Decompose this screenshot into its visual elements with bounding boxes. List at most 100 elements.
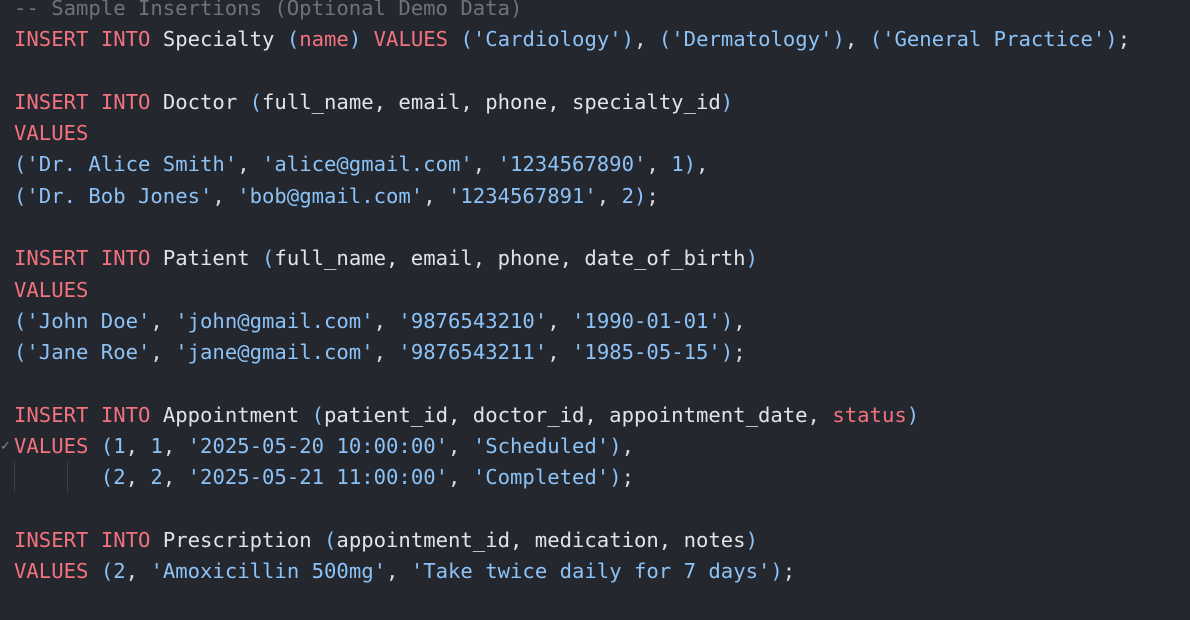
number-token: 2: [621, 183, 635, 208]
string-token: 'John Doe': [26, 308, 151, 333]
identifier-token: full_name, email, phone, specialty_id: [262, 89, 721, 114]
code-line[interactable]: INSERT INTO Doctor (full_name, email, ph…: [14, 87, 1190, 118]
string-token: '9876543211': [398, 340, 548, 365]
string-token: '1234567891': [448, 183, 597, 208]
paren-token: ): [832, 27, 845, 52]
number-token: 2: [150, 465, 163, 490]
keyword-token: INSERT: [14, 89, 89, 114]
punct-token: ;: [733, 340, 746, 365]
punct-token: [88, 90, 100, 114]
code-line[interactable]: ✓ VALUES (1, 1, '2025-05-20 10:00:00', 'S…: [1, 431, 1190, 462]
string-token: '1990-01-01': [572, 308, 721, 333]
number-token: 2: [113, 465, 126, 490]
punct-token: [88, 27, 100, 51]
paren-token: ): [609, 465, 622, 490]
string-token: 'bob@gmail.com': [237, 183, 424, 208]
string-token: 'jane@gmail.com': [175, 340, 374, 365]
punct-token: ;: [621, 465, 635, 490]
code-line[interactable]: [14, 212, 1190, 243]
keyword-token: INSERT: [14, 402, 89, 427]
string-token: 'Dr. Bob Jones': [26, 183, 213, 208]
paren-token: ): [683, 152, 697, 177]
keyword-token: name: [299, 27, 349, 52]
paren-token: (: [262, 246, 275, 271]
punct-token: ,: [621, 434, 635, 459]
paren-token: (: [324, 528, 337, 553]
code-line[interactable]: ('John Doe', 'john@gmail.com', '98765432…: [14, 306, 1190, 337]
paren-token: (: [311, 402, 325, 427]
paren-token: (: [14, 340, 27, 365]
string-token: 'alice@gmail.com': [262, 152, 473, 177]
identifier-token: Patient: [150, 246, 263, 271]
punct-token: ,: [547, 340, 573, 365]
paren-token: ): [720, 340, 734, 365]
code-editor[interactable]: -- Sample Insertions (Optional Demo Data…: [0, 0, 1190, 620]
identifier-token: Appointment: [150, 402, 312, 427]
code-line[interactable]: -- Sample Insertions (Optional Demo Data…: [14, 0, 1190, 24]
punct-token: ,: [733, 308, 746, 333]
punct-token: ,: [844, 27, 870, 52]
punct-token: ,: [373, 340, 399, 365]
punct-token: ;: [646, 183, 659, 208]
punct-token: [14, 465, 101, 489]
keyword-token: INTO: [100, 89, 151, 114]
string-token: 'Dr. Alice Smith': [26, 152, 238, 177]
paren-token: (: [14, 152, 27, 177]
paren-token: (: [14, 183, 27, 208]
punct-token: [88, 403, 100, 427]
punct-token: ,: [125, 465, 151, 490]
code-line[interactable]: [14, 494, 1190, 525]
string-token: 'Completed': [472, 465, 610, 490]
code-line[interactable]: ('Jane Roe', 'jane@gmail.com', '98765432…: [14, 337, 1190, 368]
code-line[interactable]: (2, 2, '2025-05-21 11:00:00', 'Completed…: [14, 462, 1190, 493]
punct-token: ,: [125, 559, 151, 584]
string-token: 'Jane Roe': [26, 340, 151, 365]
comment-token: -- Sample Insertions (Optional Demo Data…: [14, 0, 523, 20]
paren-token: ): [906, 402, 920, 427]
code-line[interactable]: [14, 56, 1190, 87]
checkmark-fold-icon[interactable]: ✓: [1, 431, 9, 462]
code-line[interactable]: INSERT INTO Prescription (appointment_id…: [14, 525, 1190, 556]
code-area[interactable]: -- Sample Insertions (Optional Demo Data…: [1, 0, 1190, 588]
string-token: '1985-05-15': [572, 340, 721, 365]
string-token: 'john@gmail.com': [175, 308, 374, 333]
string-token: 'General Practice': [882, 27, 1106, 52]
paren-token: (: [100, 465, 114, 490]
identifier-token: Prescription: [150, 528, 325, 553]
punct-token: [88, 559, 100, 583]
code-line[interactable]: VALUES: [14, 118, 1190, 149]
punct-token: ,: [634, 27, 659, 52]
punct-token: ,: [162, 465, 188, 490]
code-line[interactable]: ('Dr. Bob Jones', 'bob@gmail.com', '1234…: [14, 181, 1190, 212]
paren-token: ): [621, 27, 635, 52]
code-line[interactable]: INSERT INTO Appointment (patient_id, doc…: [14, 400, 1190, 431]
paren-token: ): [745, 246, 758, 271]
number-token: 2: [113, 559, 126, 584]
string-token: '1234567890': [497, 152, 647, 177]
keyword-token: INTO: [100, 246, 151, 271]
punct-token: [88, 434, 100, 458]
code-line[interactable]: INSERT INTO Patient (full_name, email, p…: [14, 243, 1190, 274]
paren-token: (: [460, 27, 473, 52]
keyword-token: INTO: [100, 27, 151, 52]
punct-token: ,: [596, 183, 622, 208]
keyword-token: INSERT: [14, 246, 89, 271]
identifier-token: appointment_id, medication, notes: [336, 528, 746, 553]
identifier-token: full_name, email, phone, date_of_birth: [274, 246, 746, 271]
paren-token: ): [720, 308, 734, 333]
string-token: '2025-05-20 10:00:00': [187, 434, 449, 459]
paren-token: ): [745, 528, 758, 553]
punct-token: ,: [448, 434, 473, 459]
code-line[interactable]: VALUES (2, 'Amoxicillin 500mg', 'Take tw…: [14, 556, 1190, 587]
punct-token: [361, 27, 373, 51]
code-line[interactable]: ('Dr. Alice Smith', 'alice@gmail.com', '…: [14, 149, 1190, 180]
string-token: '9876543210': [398, 308, 548, 333]
string-token: 'Cardiology': [472, 27, 622, 52]
code-line[interactable]: [14, 369, 1190, 400]
code-line[interactable]: VALUES: [14, 275, 1190, 306]
code-line[interactable]: INSERT INTO Specialty (name) VALUES ('Ca…: [14, 24, 1190, 55]
punct-token: ;: [1117, 27, 1131, 52]
punct-token: ,: [150, 340, 176, 365]
string-token: '2025-05-21 11:00:00': [187, 465, 449, 490]
keyword-token: VALUES: [14, 434, 89, 459]
